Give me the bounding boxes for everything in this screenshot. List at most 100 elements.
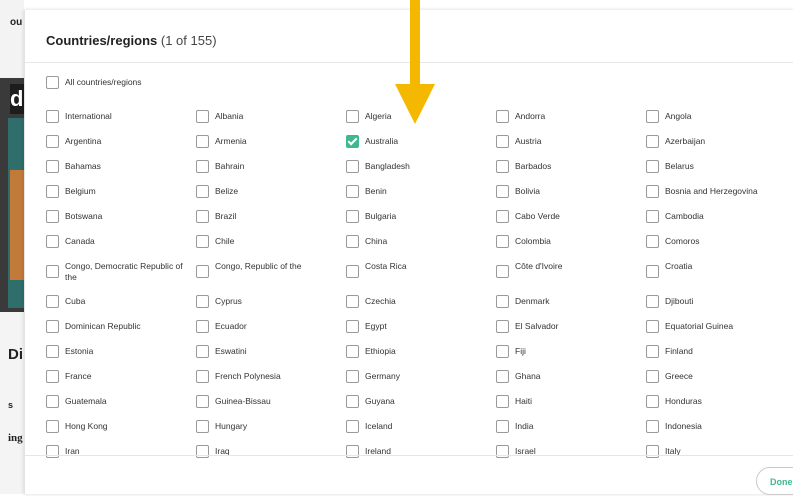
country-checkbox[interactable]: [646, 110, 659, 123]
country-option[interactable]: Andorra: [496, 106, 641, 128]
country-option[interactable]: Finland: [646, 341, 791, 363]
country-checkbox[interactable]: [196, 135, 209, 148]
country-checkbox[interactable]: [496, 110, 509, 123]
country-checkbox[interactable]: [646, 210, 659, 223]
country-option[interactable]: Guinea-Bissau: [196, 391, 341, 413]
country-option[interactable]: Hungary: [196, 416, 341, 438]
country-checkbox[interactable]: [196, 370, 209, 383]
country-option[interactable]: Armenia: [196, 131, 341, 153]
country-option[interactable]: Brazil: [196, 206, 341, 228]
country-option[interactable]: Ethiopia: [346, 341, 491, 363]
country-checkbox[interactable]: [346, 135, 359, 148]
country-checkbox[interactable]: [496, 420, 509, 433]
country-checkbox[interactable]: [646, 445, 659, 458]
country-option[interactable]: Eswatini: [196, 341, 341, 363]
country-checkbox[interactable]: [196, 265, 209, 278]
country-option[interactable]: Iceland: [346, 416, 491, 438]
country-option[interactable]: Azerbaijan: [646, 131, 791, 153]
country-checkbox[interactable]: [346, 345, 359, 358]
country-option[interactable]: Greece: [646, 366, 791, 388]
country-checkbox[interactable]: [496, 265, 509, 278]
country-option[interactable]: Cuba: [46, 291, 191, 313]
country-option[interactable]: El Salvador: [496, 316, 641, 338]
country-option[interactable]: Bahamas: [46, 156, 191, 178]
country-option[interactable]: Denmark: [496, 291, 641, 313]
country-checkbox[interactable]: [646, 345, 659, 358]
country-option[interactable]: Bosnia and Herzegovina: [646, 181, 791, 203]
country-checkbox[interactable]: [496, 295, 509, 308]
country-option[interactable]: Bahrain: [196, 156, 341, 178]
country-checkbox[interactable]: [496, 445, 509, 458]
country-option[interactable]: Egypt: [346, 316, 491, 338]
country-checkbox[interactable]: [46, 295, 59, 308]
country-checkbox[interactable]: [46, 320, 59, 333]
country-checkbox[interactable]: [496, 370, 509, 383]
country-option[interactable]: Hong Kong: [46, 416, 191, 438]
country-checkbox[interactable]: [196, 110, 209, 123]
country-checkbox[interactable]: [346, 265, 359, 278]
country-option[interactable]: Albania: [196, 106, 341, 128]
country-checkbox[interactable]: [46, 135, 59, 148]
country-option[interactable]: Estonia: [46, 341, 191, 363]
country-checkbox[interactable]: [646, 160, 659, 173]
country-checkbox[interactable]: [346, 110, 359, 123]
country-option[interactable]: International: [46, 106, 191, 128]
country-checkbox[interactable]: [346, 445, 359, 458]
country-checkbox[interactable]: [496, 160, 509, 173]
country-checkbox[interactable]: [346, 420, 359, 433]
country-checkbox[interactable]: [196, 445, 209, 458]
country-option[interactable]: Ireland: [346, 441, 491, 463]
country-option[interactable]: Bangladesh: [346, 156, 491, 178]
country-checkbox[interactable]: [646, 265, 659, 278]
country-option[interactable]: Fiji: [496, 341, 641, 363]
country-checkbox[interactable]: [496, 320, 509, 333]
country-checkbox[interactable]: [46, 420, 59, 433]
country-option[interactable]: Botswana: [46, 206, 191, 228]
country-option[interactable]: Canada: [46, 231, 191, 253]
country-checkbox[interactable]: [646, 235, 659, 248]
country-checkbox[interactable]: [196, 395, 209, 408]
country-option[interactable]: Honduras: [646, 391, 791, 413]
done-button[interactable]: Done: [756, 467, 793, 495]
country-option[interactable]: Croatia: [646, 256, 791, 278]
country-option[interactable]: Belgium: [46, 181, 191, 203]
country-checkbox[interactable]: [46, 345, 59, 358]
country-option[interactable]: Ghana: [496, 366, 641, 388]
country-checkbox[interactable]: [646, 395, 659, 408]
country-option[interactable]: Argentina: [46, 131, 191, 153]
country-option[interactable]: Comoros: [646, 231, 791, 253]
country-checkbox[interactable]: [646, 135, 659, 148]
country-option[interactable]: Indonesia: [646, 416, 791, 438]
country-checkbox[interactable]: [46, 445, 59, 458]
country-checkbox[interactable]: [346, 295, 359, 308]
country-checkbox[interactable]: [646, 185, 659, 198]
country-checkbox[interactable]: [196, 420, 209, 433]
country-option[interactable]: Benin: [346, 181, 491, 203]
country-option[interactable]: Colombia: [496, 231, 641, 253]
country-checkbox[interactable]: [346, 370, 359, 383]
country-option[interactable]: Djibouti: [646, 291, 791, 313]
country-option[interactable]: Austria: [496, 131, 641, 153]
country-checkbox[interactable]: [196, 295, 209, 308]
country-option[interactable]: Equatorial Guinea: [646, 316, 791, 338]
country-option[interactable]: Bulgaria: [346, 206, 491, 228]
country-checkbox[interactable]: [346, 235, 359, 248]
country-option[interactable]: Angola: [646, 106, 791, 128]
country-checkbox[interactable]: [46, 185, 59, 198]
country-checkbox[interactable]: [346, 395, 359, 408]
country-option[interactable]: India: [496, 416, 641, 438]
country-checkbox[interactable]: [46, 235, 59, 248]
country-option[interactable]: Cyprus: [196, 291, 341, 313]
country-checkbox[interactable]: [46, 370, 59, 383]
country-option[interactable]: Chile: [196, 231, 341, 253]
country-option[interactable]: Congo, Democratic Republic of the: [46, 256, 191, 282]
country-checkbox[interactable]: [46, 395, 59, 408]
country-checkbox[interactable]: [196, 185, 209, 198]
country-checkbox[interactable]: [496, 345, 509, 358]
country-option[interactable]: Ecuador: [196, 316, 341, 338]
country-option[interactable]: Barbados: [496, 156, 641, 178]
country-checkbox[interactable]: [496, 135, 509, 148]
country-option[interactable]: China: [346, 231, 491, 253]
country-checkbox[interactable]: [196, 235, 209, 248]
country-checkbox[interactable]: [196, 345, 209, 358]
